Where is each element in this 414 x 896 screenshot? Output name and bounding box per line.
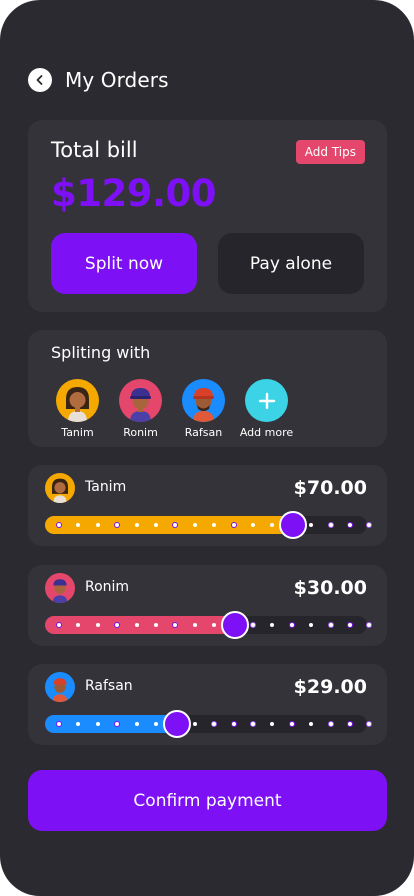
person-avatar-icon [52,678,68,702]
slider-tick [348,722,352,726]
add-more-button[interactable]: Add more [235,379,298,439]
slider-tick [154,523,158,527]
slider-tick [309,523,314,527]
slider-tick [57,623,61,627]
avatar [45,573,75,603]
slider-thumb[interactable] [221,611,249,639]
person-avatar-icon [130,388,151,422]
person-name: Rafsan [184,426,223,439]
person-avatar-icon [51,478,69,503]
plus-icon [258,392,275,409]
person-tanim[interactable]: Tanim [46,379,109,439]
person-avatar-icon [66,387,89,422]
slider-thumb[interactable] [279,511,307,539]
slider-tick [251,523,255,527]
slider-tick [309,722,314,726]
slider-tick [309,623,314,627]
add-circle [245,379,288,422]
share-slider[interactable] [45,710,372,738]
slider-tick [328,623,333,627]
slider-tick [212,722,217,726]
header: My Orders [28,68,169,92]
slider-tick [270,722,275,726]
slider-tick [154,722,158,726]
slider-tick [95,523,100,527]
slider-tick [134,523,139,527]
screen: My Orders Total bill Add Tips $129.00 Sp… [0,0,414,896]
slider-tick [251,623,255,627]
share-name: Tanim [85,479,127,495]
slider-tick [328,722,333,726]
person-rafsan[interactable]: Rafsan [172,379,235,439]
person-avatar-icon [52,579,68,603]
share-card-tanim: Tanim $70.00 [28,465,387,546]
slider-tick [231,722,236,726]
avatar [45,672,75,702]
avatar [119,379,162,422]
slider-tick [348,523,352,527]
share-name: Rafsan [85,678,133,694]
share-card-rafsan: Rafsan $29.00 [28,664,387,745]
share-card-ronim: Ronim $30.00 [28,565,387,646]
person-name: Tanim [61,426,94,439]
split-now-button[interactable]: Split now [51,233,197,294]
slider-tick [367,623,372,627]
slider-tick [57,523,61,527]
person-name: Ronim [123,426,158,439]
pay-alone-button[interactable]: Pay alone [218,233,364,294]
share-amount: $70.00 [293,477,367,499]
slider-tick [57,722,61,726]
slider-tick [95,623,100,627]
slider-tick [367,523,372,527]
bill-title: Total bill [51,138,138,162]
avatar [45,473,75,503]
avatar [182,379,225,422]
bill-card: Total bill Add Tips $129.00 Split now Pa… [28,120,387,312]
avatar [56,379,99,422]
share-amount: $29.00 [293,676,367,698]
slider-tick [134,623,139,627]
slider-tick [231,523,236,527]
people-list: Tanim Ronim Rafsan Add more [46,379,298,439]
slider-tick [154,623,158,627]
slider-tick [134,722,139,726]
slider-tick [328,523,333,527]
slider-fill [45,516,293,534]
slider-tick [289,722,294,726]
share-slider[interactable] [45,511,372,539]
bill-amount: $129.00 [51,172,217,215]
slider-fill [45,616,235,634]
person-ronim[interactable]: Ronim [109,379,172,439]
slider-tick [348,623,352,627]
slider-tick [367,722,372,726]
slider-tick [192,623,197,627]
confirm-payment-button[interactable]: Confirm payment [28,770,387,831]
person-avatar-icon [193,388,214,422]
add-more-label: Add more [239,426,294,439]
chevron-left-icon [36,75,43,85]
share-slider[interactable] [45,611,372,639]
splitting-card: Spliting with Tanim Ronim Rafsan Add mor… [28,330,387,447]
back-button[interactable] [28,68,52,92]
slider-tick [251,722,255,726]
slider-tick [289,623,294,627]
add-tips-button[interactable]: Add Tips [295,140,365,164]
slider-tick [95,722,100,726]
slider-thumb[interactable] [163,710,191,738]
share-name: Ronim [85,579,130,595]
splitting-title: Spliting with [51,343,151,362]
share-amount: $30.00 [293,577,367,599]
slider-tick [192,722,197,726]
page-title: My Orders [65,68,169,92]
slider-tick [270,623,275,627]
slider-tick [192,523,197,527]
